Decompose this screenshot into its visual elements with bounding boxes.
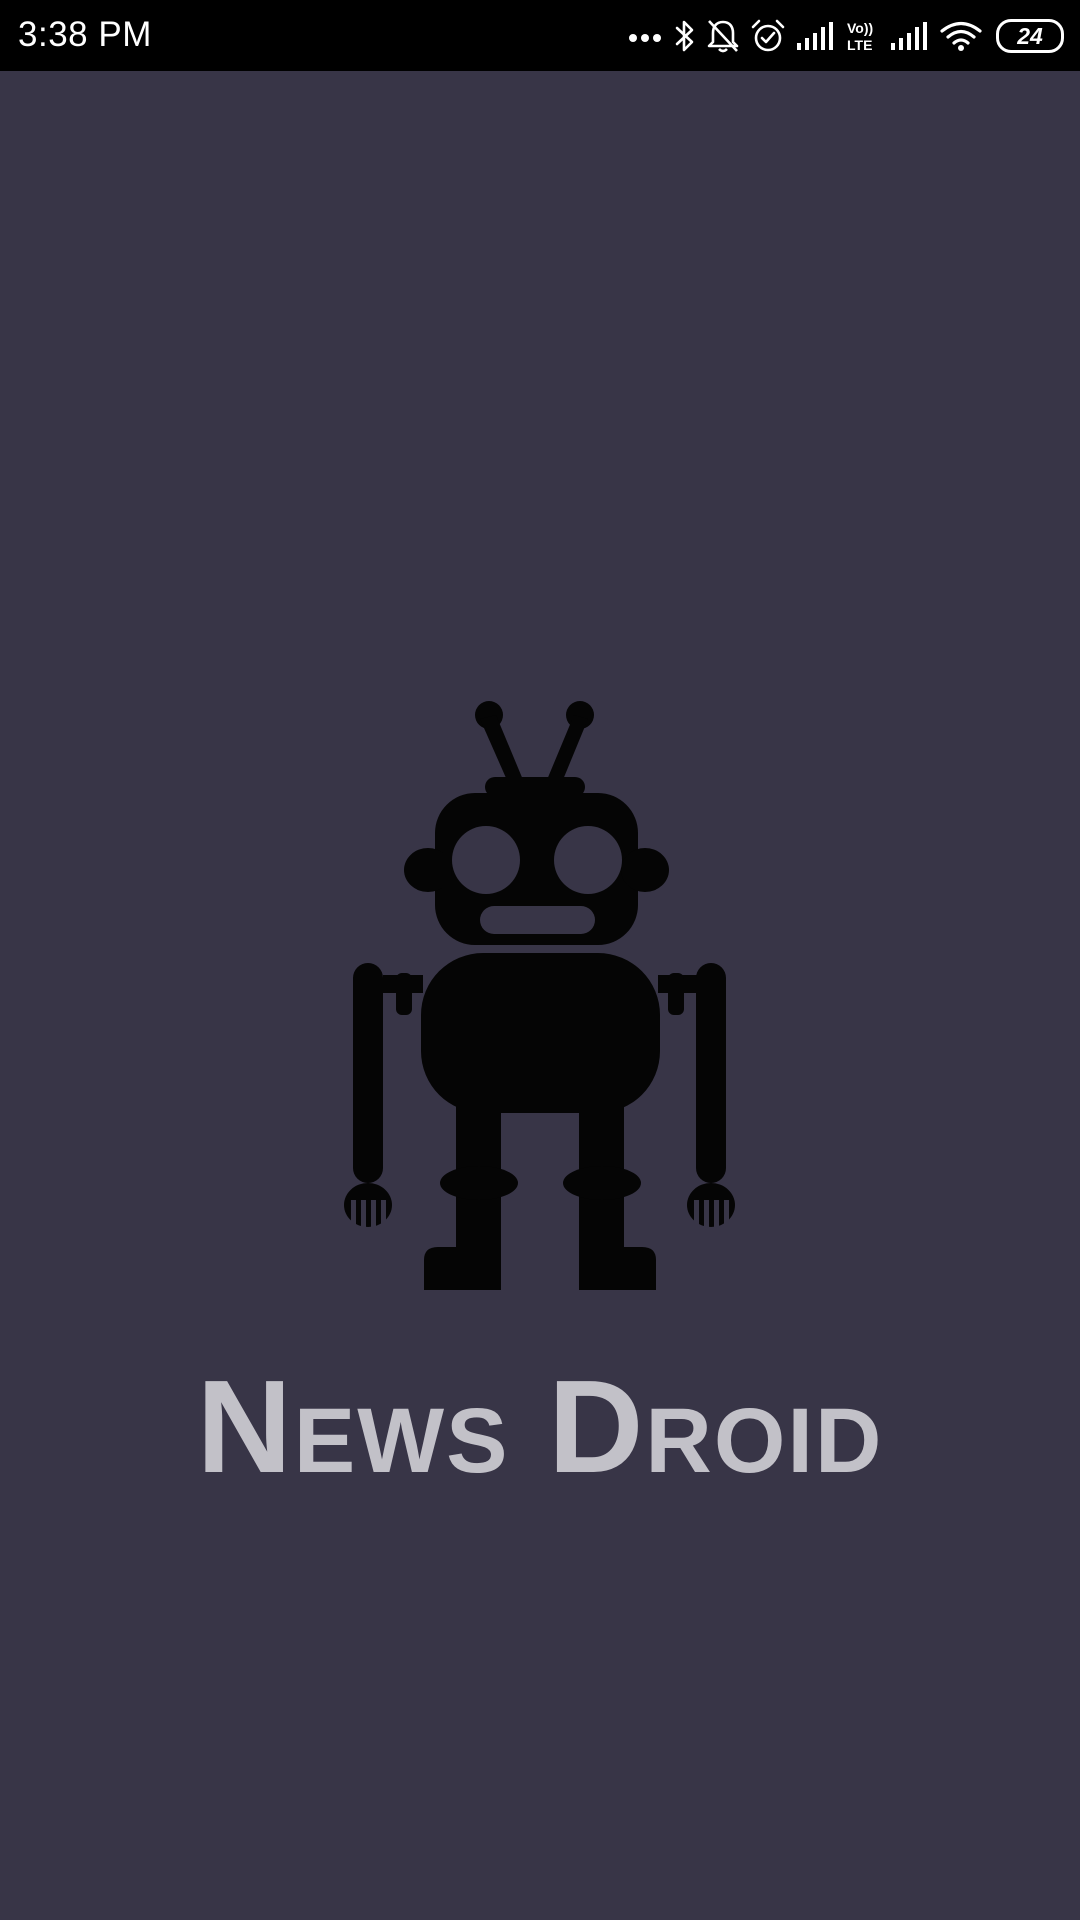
wifi-icon — [940, 16, 982, 56]
svg-text:Vo)): Vo)) — [847, 20, 873, 36]
status-time: 3:38 PM — [18, 15, 152, 54]
app-name: News Droid — [196, 1353, 884, 1500]
signal-icon — [890, 16, 930, 56]
battery-level: 24 — [1017, 22, 1043, 49]
notifications-off-icon — [706, 16, 740, 56]
status-bar: 3:38 PM Vo)) LTE 24 — [0, 0, 1080, 71]
status-icons: Vo)) LTE 24 — [628, 0, 1064, 71]
bluetooth-icon — [674, 16, 696, 56]
robot-icon — [344, 701, 735, 1290]
battery-icon: 24 — [996, 18, 1064, 53]
alarm-icon — [750, 16, 786, 56]
more-notifications-icon — [628, 16, 664, 56]
splash-screen: 3:38 PM Vo)) LTE 24 News Droid — [0, 0, 1080, 1920]
signal-icon — [796, 16, 836, 56]
volte-icon: Vo)) LTE — [846, 16, 880, 56]
svg-text:LTE: LTE — [847, 37, 872, 53]
